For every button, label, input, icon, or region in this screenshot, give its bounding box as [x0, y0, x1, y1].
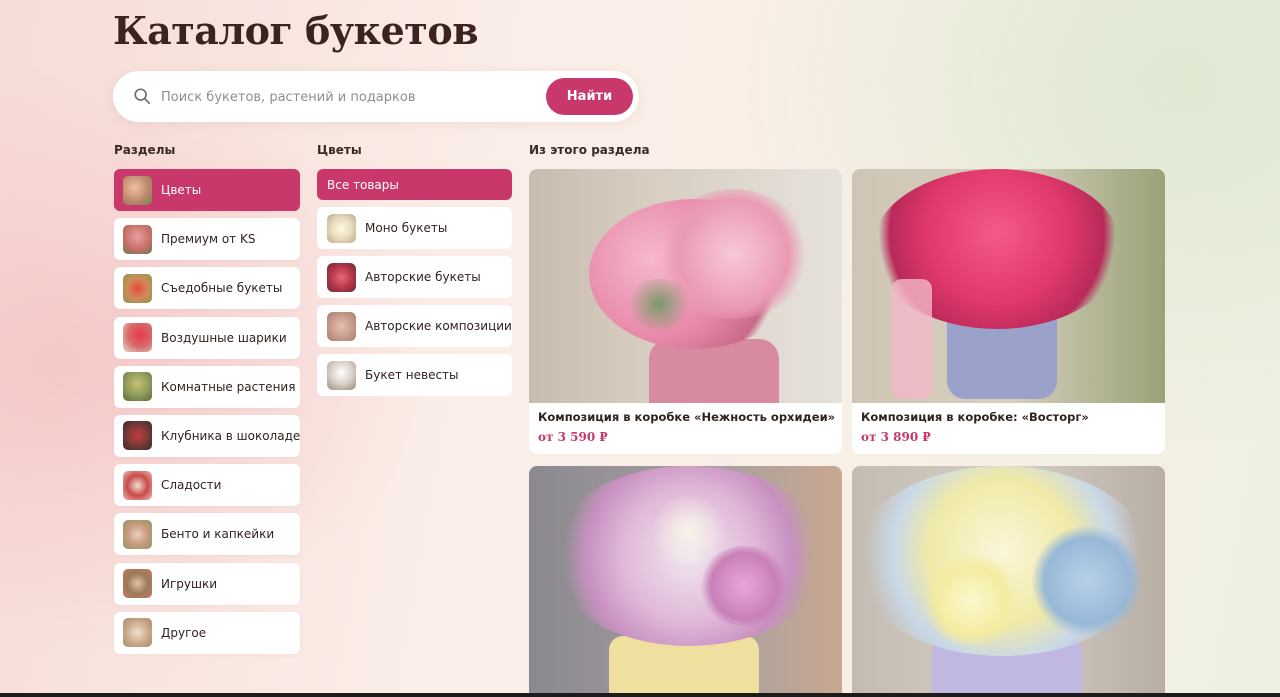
search-bar: Найти: [113, 71, 639, 122]
category-thumbnail: [123, 618, 152, 648]
product-photo: [852, 169, 1165, 403]
product-photo: [529, 169, 842, 403]
products-heading: Из этого раздела: [529, 143, 650, 157]
sidebar-item-flowers[interactable]: Цветы: [114, 169, 300, 211]
search-button[interactable]: Найти: [546, 78, 633, 115]
subcategory-label: Букет невесты: [365, 368, 459, 382]
sidebar-item-premium[interactable]: Премиум от KS: [114, 218, 300, 261]
subcategory-all-button[interactable]: Все товары: [317, 169, 512, 200]
product-card[interactable]: Композиция в коробке: «Восторг» от 3 890…: [852, 169, 1165, 454]
subcategory-thumbnail: [327, 213, 356, 243]
search-input[interactable]: [161, 83, 531, 111]
category-thumbnail: [123, 224, 152, 254]
category-thumbnail: [123, 273, 152, 303]
sidebar-item-edible-bouquets[interactable]: Съедобные букеты: [114, 267, 300, 310]
sidebar-item-other[interactable]: Другое: [114, 611, 300, 654]
sidebar-item-label: Бенто и капкейки: [161, 527, 275, 542]
product-card[interactable]: [529, 466, 842, 697]
sidebar-item-chocolate-strawberries[interactable]: Клубника в шоколаде: [114, 414, 301, 457]
sidebar-item-bento-cupcakes[interactable]: Бенто и капкейки: [114, 513, 300, 556]
category-thumbnail: [123, 372, 152, 402]
subcategory-thumbnail: [327, 311, 356, 341]
subcategory-thumbnail: [327, 360, 356, 390]
sections-heading: Разделы: [114, 143, 176, 157]
subcategories-list: Все товары Моно букеты Авторские букеты …: [317, 169, 512, 403]
category-thumbnail: [123, 519, 152, 549]
window-bottom-border: [0, 693, 1280, 697]
subcategories-heading: Цветы: [317, 143, 362, 157]
product-price: от 3 590 ₽: [538, 430, 608, 444]
sidebar-item-label: Съедобные букеты: [161, 281, 283, 296]
product-photo: [529, 466, 842, 697]
subcategory-thumbnail: [327, 262, 356, 292]
product-price: от 3 890 ₽: [861, 430, 931, 444]
product-card[interactable]: [852, 466, 1165, 697]
search-icon: [134, 88, 151, 105]
category-thumbnail: [123, 175, 152, 205]
subcategory-label: Авторские композиции: [365, 319, 512, 333]
category-thumbnail: [123, 470, 152, 500]
sidebar-item-label: Игрушки: [161, 576, 218, 591]
sidebar-item-sweets[interactable]: Сладости: [114, 464, 300, 507]
sidebar-item-label: Клубника в шоколаде: [161, 428, 301, 443]
sidebar-item-toys[interactable]: Игрушки: [114, 562, 300, 605]
sidebar-item-house-plants[interactable]: Комнатные растения: [114, 365, 300, 408]
sidebar-item-label: Премиум от KS: [161, 232, 256, 247]
subcategory-label: Моно букеты: [365, 221, 448, 235]
subcategory-author-compositions[interactable]: Авторские композиции: [317, 305, 512, 347]
sidebar-item-label: Сладости: [161, 478, 222, 493]
sidebar-item-label: Другое: [161, 625, 207, 640]
page-title: Каталог букетов: [113, 8, 479, 53]
subcategory-mono-bouquets[interactable]: Моно букеты: [317, 207, 512, 249]
product-name: Композиция в коробке «Нежность орхидеи»: [538, 410, 836, 424]
sidebar-item-label: Комнатные растения: [161, 379, 296, 394]
product-photo: [852, 466, 1165, 697]
sidebar-item-label: Цветы: [161, 183, 202, 197]
subcategory-bridal-bouquet[interactable]: Букет невесты: [317, 354, 512, 396]
category-thumbnail: [123, 421, 152, 451]
category-thumbnail: [123, 323, 152, 353]
sections-list: Цветы Премиум от KS Съедобные букеты Воз…: [114, 169, 300, 661]
sidebar-item-label: Воздушные шарики: [161, 330, 287, 345]
product-name: Композиция в коробке: «Восторг»: [861, 410, 1089, 424]
subcategory-label: Авторские букеты: [365, 270, 481, 284]
sidebar-item-balloons[interactable]: Воздушные шарики: [114, 316, 300, 359]
subcategory-author-bouquets[interactable]: Авторские букеты: [317, 256, 512, 298]
category-thumbnail: [123, 569, 152, 598]
product-card[interactable]: Композиция в коробке «Нежность орхидеи» …: [529, 169, 842, 454]
